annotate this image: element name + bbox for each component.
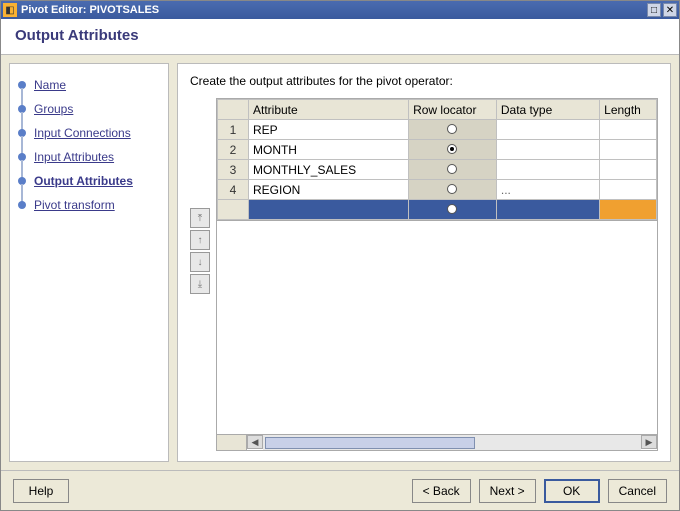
move-top-button[interactable]: ⤒ xyxy=(190,208,210,228)
attribute-cell[interactable]: REP xyxy=(248,120,408,140)
content-panel: Create the output attributes for the piv… xyxy=(177,63,671,462)
move-up-button[interactable]: ↑ xyxy=(190,230,210,250)
sidebar-item-label: Pivot transform xyxy=(34,198,115,212)
sidebar-item-input-attributes[interactable]: Input Attributes xyxy=(18,150,160,164)
attributes-grid: Attribute Row locator Data type Length 1… xyxy=(216,98,658,221)
help-button[interactable]: Help xyxy=(13,479,69,503)
close-button[interactable]: ✕ xyxy=(663,3,677,17)
button-label: Cancel xyxy=(619,484,656,498)
table-header-row: Attribute Row locator Data type Length xyxy=(218,100,657,120)
sidebar-item-pivot-transform[interactable]: Pivot transform xyxy=(18,198,160,212)
step-dot-icon xyxy=(18,177,26,185)
cancel-button[interactable]: Cancel xyxy=(608,479,667,503)
table-row[interactable]: 1 REP xyxy=(218,120,657,140)
attribute-header[interactable]: Attribute xyxy=(248,100,408,120)
data-type-cell[interactable] xyxy=(496,140,599,160)
move-down-button[interactable]: ↓ xyxy=(190,252,210,272)
button-label: < Back xyxy=(423,484,460,498)
scroll-thumb[interactable] xyxy=(265,437,475,449)
button-label: Help xyxy=(29,484,54,498)
row-number-cell xyxy=(218,200,249,220)
page-heading: Output Attributes xyxy=(15,27,665,44)
row-number-cell: 2 xyxy=(218,140,249,160)
table-row[interactable]: 2 MONTH xyxy=(218,140,657,160)
app-icon: ◧ xyxy=(3,3,17,17)
row-locator-cell[interactable] xyxy=(409,120,497,140)
sidebar-item-label: Groups xyxy=(34,102,73,116)
row-number-cell: 4 xyxy=(218,180,249,200)
move-bottom-button[interactable]: ⤓ xyxy=(190,274,210,294)
row-locator-cell[interactable] xyxy=(409,140,497,160)
step-dot-icon xyxy=(18,81,26,89)
attribute-cell[interactable]: MONTH xyxy=(248,140,408,160)
attribute-cell[interactable]: REGION xyxy=(248,180,408,200)
attributes-table: Attribute Row locator Data type Length 1… xyxy=(217,99,657,220)
scroll-track[interactable] xyxy=(263,435,641,450)
scroll-corner xyxy=(217,435,247,450)
heading-panel: Output Attributes xyxy=(1,19,679,55)
footer: Help < Back Next > OK Cancel xyxy=(1,470,679,510)
row-locator-cell[interactable] xyxy=(409,200,497,220)
title-bar: ◧ Pivot Editor: PIVOTSALES □ ✕ xyxy=(1,1,679,19)
length-cell[interactable] xyxy=(600,200,657,220)
data-type-cell[interactable] xyxy=(496,200,599,220)
sidebar-item-output-attributes[interactable]: Output Attributes xyxy=(18,174,160,188)
radio-icon[interactable] xyxy=(447,164,457,174)
scroll-left-button[interactable]: ◀ xyxy=(247,435,263,449)
sidebar-item-input-connections[interactable]: Input Connections xyxy=(18,126,160,140)
attribute-cell[interactable] xyxy=(248,200,408,220)
sidebar-item-label: Name xyxy=(34,78,66,92)
sidebar-item-groups[interactable]: Groups xyxy=(18,102,160,116)
step-dot-icon xyxy=(18,129,26,137)
length-cell[interactable] xyxy=(600,120,657,140)
sidebar-item-label: Input Attributes xyxy=(34,150,114,164)
window: ◧ Pivot Editor: PIVOTSALES □ ✕ Output At… xyxy=(0,0,680,511)
back-button[interactable]: < Back xyxy=(412,479,471,503)
row-number-cell: 3 xyxy=(218,160,249,180)
ok-button[interactable]: OK xyxy=(544,479,600,503)
length-cell[interactable] xyxy=(600,180,657,200)
radio-icon[interactable] xyxy=(447,144,457,154)
data-type-header[interactable]: Data type xyxy=(496,100,599,120)
new-row[interactable] xyxy=(218,200,657,220)
step-dot-icon xyxy=(18,201,26,209)
radio-icon[interactable] xyxy=(447,184,457,194)
row-locator-cell[interactable] xyxy=(409,160,497,180)
row-number-cell: 1 xyxy=(218,120,249,140)
maximize-button[interactable]: □ xyxy=(647,3,661,17)
length-header[interactable]: Length xyxy=(600,100,657,120)
sidebar-item-label: Input Connections xyxy=(34,126,131,140)
row-locator-cell[interactable] xyxy=(409,180,497,200)
grid-area: ⤒ ↑ ↓ ⤓ Att xyxy=(190,98,658,451)
next-button[interactable]: Next > xyxy=(479,479,536,503)
body: Name Groups Input Connections Input Attr… xyxy=(1,55,679,470)
data-type-cell[interactable] xyxy=(496,160,599,180)
table-row[interactable]: 4 REGION ... xyxy=(218,180,657,200)
scroll-right-button[interactable]: ▶ xyxy=(641,435,657,449)
table-wrap: Attribute Row locator Data type Length 1… xyxy=(216,98,658,451)
step-dot-icon xyxy=(18,153,26,161)
reorder-toolbar: ⤒ ↑ ↓ ⤓ xyxy=(190,98,212,451)
data-type-cell[interactable]: ... xyxy=(496,180,599,200)
table-row[interactable]: 3 MONTHLY_SALES xyxy=(218,160,657,180)
grid-empty-area xyxy=(216,221,658,435)
button-label: OK xyxy=(563,484,580,498)
horizontal-scrollbar[interactable]: ◀ ▶ xyxy=(216,435,658,451)
data-type-cell[interactable] xyxy=(496,120,599,140)
instruction-text: Create the output attributes for the piv… xyxy=(190,74,658,88)
row-locator-header[interactable]: Row locator xyxy=(409,100,497,120)
length-cell[interactable] xyxy=(600,160,657,180)
radio-icon[interactable] xyxy=(447,124,457,134)
attribute-cell[interactable]: MONTHLY_SALES xyxy=(248,160,408,180)
step-dot-icon xyxy=(18,105,26,113)
window-title: Pivot Editor: PIVOTSALES xyxy=(21,4,645,16)
length-cell[interactable] xyxy=(600,140,657,160)
row-number-header xyxy=(218,100,249,120)
button-label: Next > xyxy=(490,484,525,498)
sidebar-item-label: Output Attributes xyxy=(34,174,133,188)
radio-icon[interactable] xyxy=(447,204,457,214)
wizard-sidebar: Name Groups Input Connections Input Attr… xyxy=(9,63,169,462)
sidebar-item-name[interactable]: Name xyxy=(18,78,160,92)
